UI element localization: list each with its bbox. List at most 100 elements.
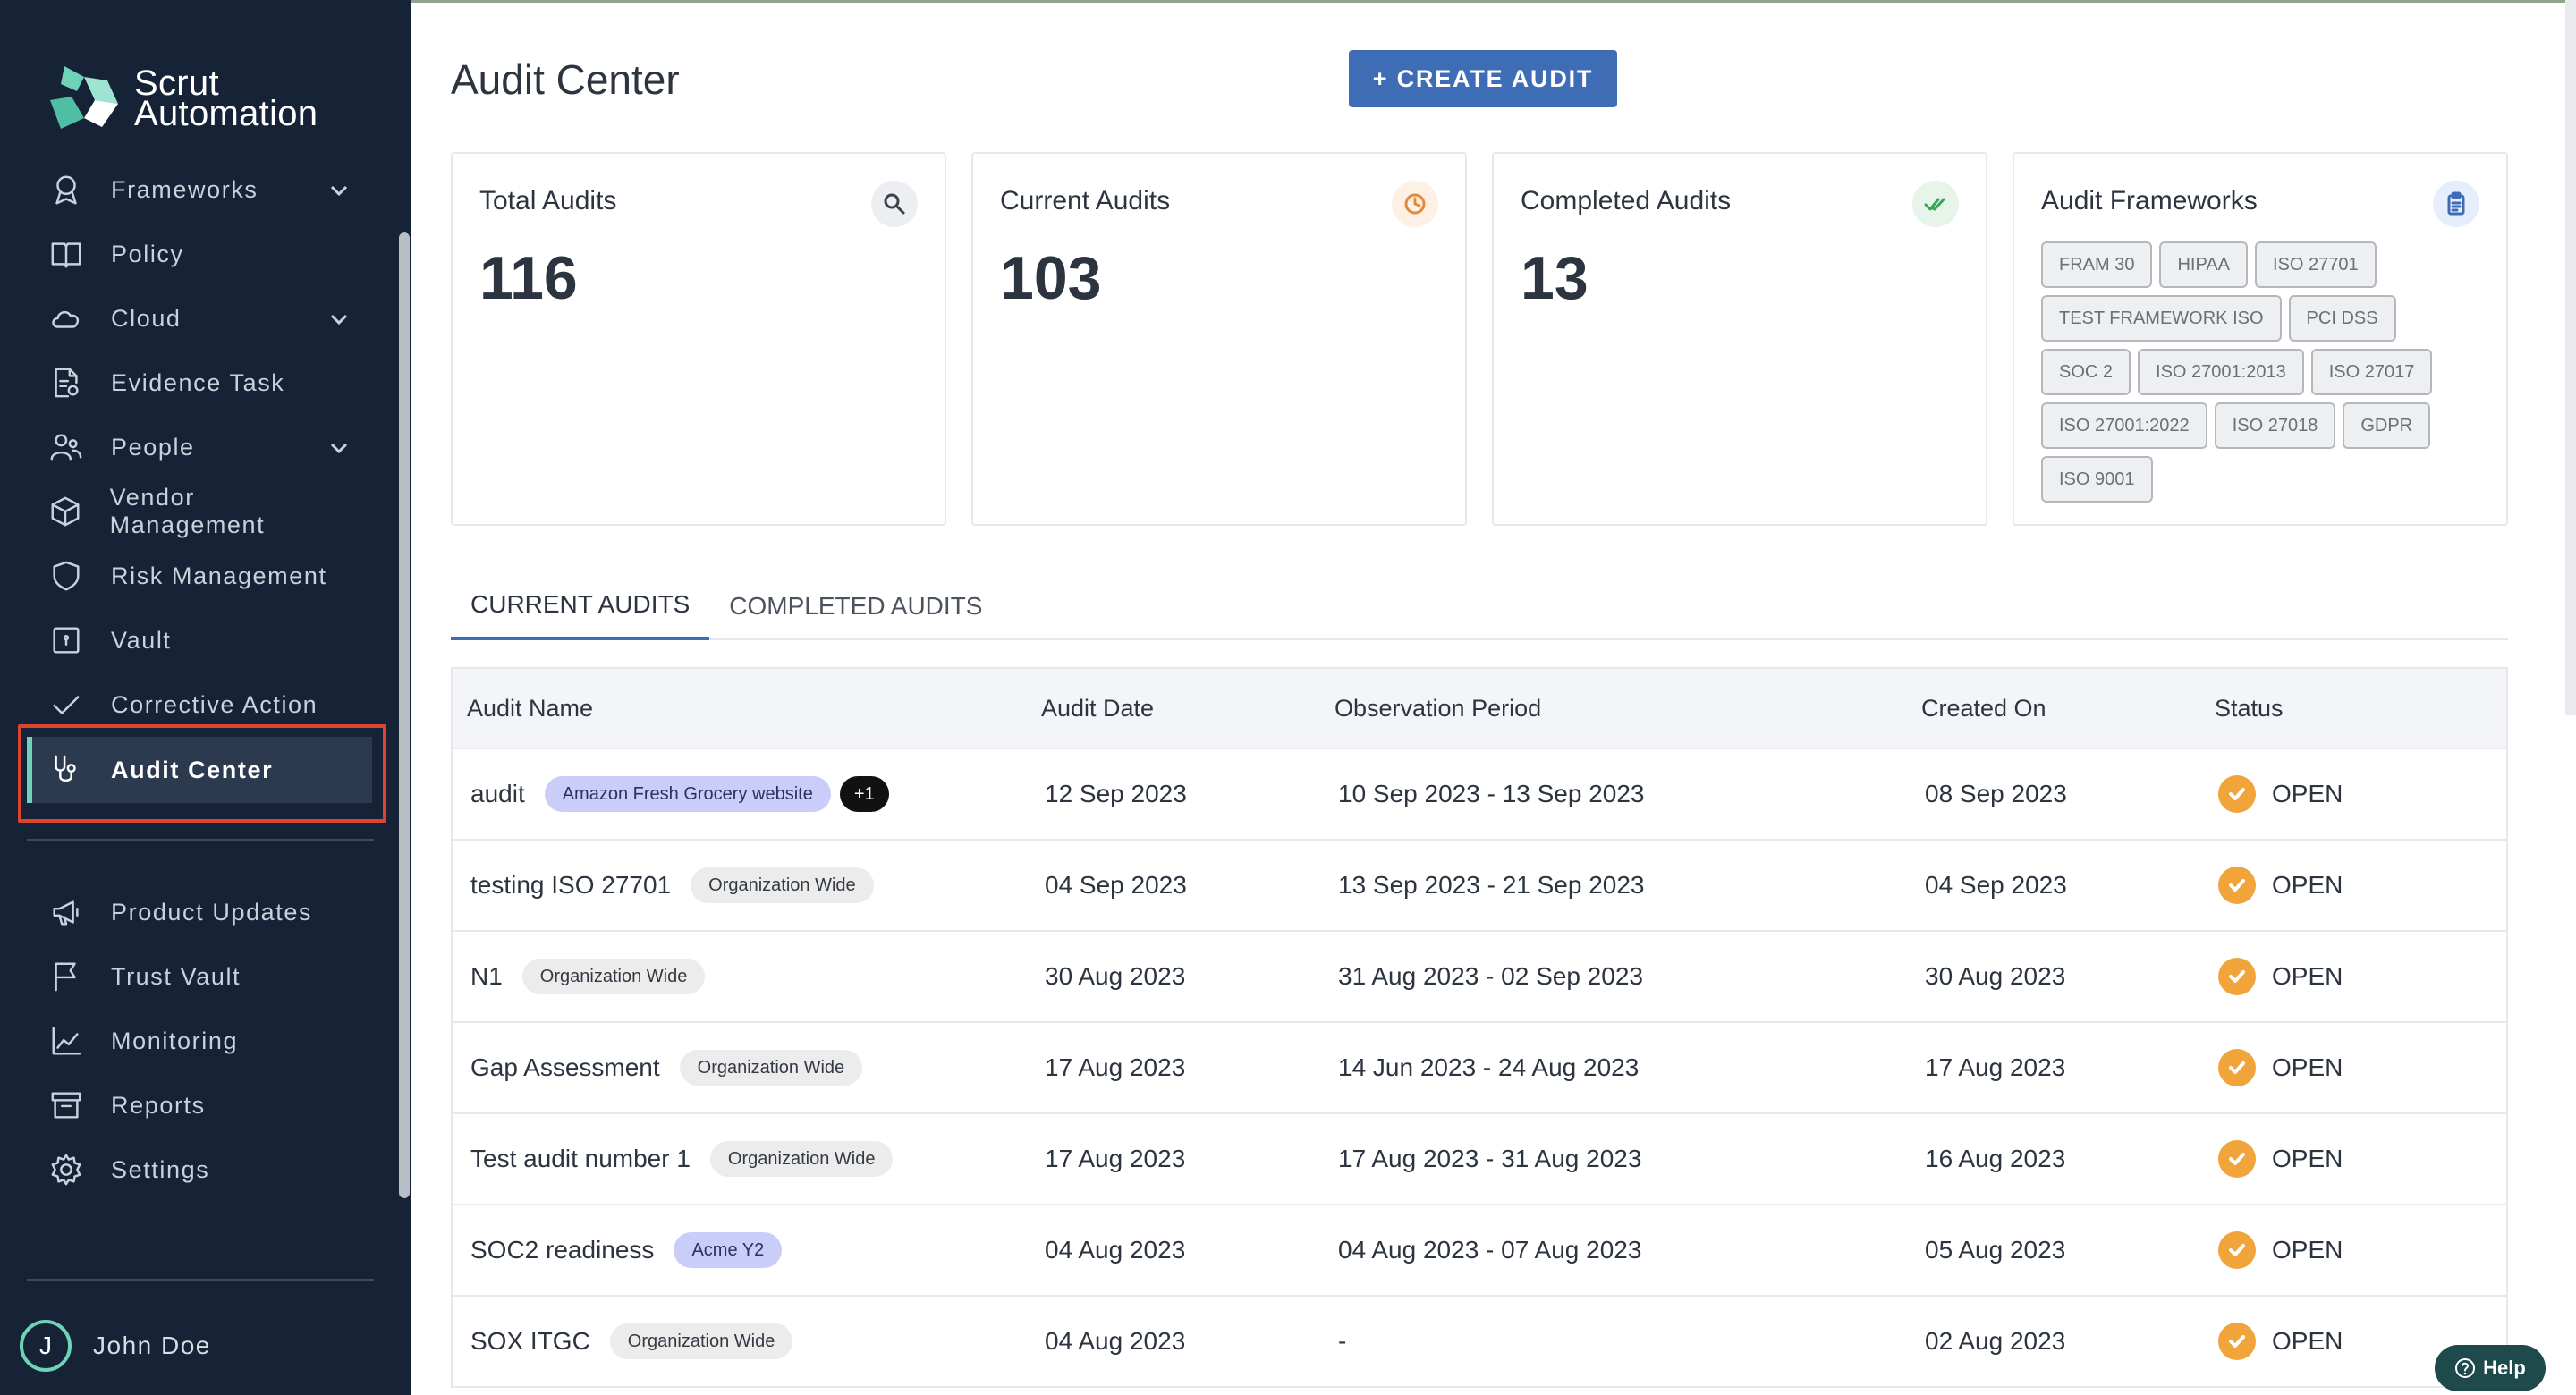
card-value: 116 [479, 244, 578, 312]
help-button[interactable]: Help [2435, 1345, 2546, 1391]
top-border [411, 0, 2576, 3]
header-audit-date[interactable]: Audit Date [1041, 695, 1335, 723]
scrut-logo-icon [50, 66, 118, 129]
header-observation-period[interactable]: Observation Period [1335, 695, 1921, 723]
tab-current-audits[interactable]: CURRENT AUDITS [451, 572, 710, 640]
table-row[interactable]: SOX ITGC Organization Wide 04 Aug 2023 - … [451, 1297, 2508, 1388]
user-profile[interactable]: J John Doe [20, 1320, 211, 1372]
shield-icon [47, 556, 86, 596]
sidebar-item-cloud[interactable]: Cloud [47, 292, 351, 345]
audit-tabs: CURRENT AUDITS COMPLETED AUDITS [451, 572, 2508, 640]
chevron-down-icon[interactable] [327, 308, 351, 331]
framework-chip[interactable]: HIPAA [2159, 241, 2249, 288]
evidence-icon [47, 363, 86, 402]
created-on: 02 Aug 2023 [1925, 1327, 2066, 1355]
total-audits-card: Total Audits 116 [451, 152, 946, 526]
observation-period: 04 Aug 2023 - 07 Aug 2023 [1338, 1236, 1642, 1264]
sidebar-item-reports[interactable]: Reports [47, 1078, 351, 1132]
sidebar-item-risk-management[interactable]: Risk Management [47, 549, 351, 603]
framework-chip[interactable]: ISO 27001:2022 [2041, 402, 2207, 449]
table-row[interactable]: Gap Assessment Organization Wide 17 Aug 2… [451, 1023, 2508, 1114]
header-status[interactable]: Status [2215, 695, 2501, 723]
audit-name[interactable]: audit [470, 780, 525, 808]
sidebar-divider [27, 839, 374, 841]
sidebar-item-vault[interactable]: Vault [47, 613, 351, 667]
audit-name[interactable]: N1 [470, 962, 503, 991]
create-audit-button[interactable]: + CREATE AUDIT [1349, 50, 1617, 107]
created-on: 08 Sep 2023 [1925, 780, 2067, 807]
scope-tag: Organization Wide [691, 867, 874, 903]
current-audits-card: Current Audits 103 [971, 152, 1467, 526]
audit-name[interactable]: testing ISO 27701 [470, 871, 671, 900]
sidebar-scrollbar[interactable] [399, 232, 410, 1198]
framework-chip[interactable]: GDPR [2343, 402, 2431, 449]
status-badge: OPEN [2272, 962, 2343, 990]
more-tags-badge[interactable]: +1 [839, 776, 889, 812]
header-created-on[interactable]: Created On [1921, 695, 2215, 723]
status-badge: OPEN [2272, 1327, 2343, 1355]
sidebar-item-monitoring[interactable]: Monitoring [47, 1014, 351, 1068]
sidebar-item-policy[interactable]: Policy [47, 227, 351, 281]
sidebar-item-trust-vault[interactable]: Trust Vault [47, 950, 351, 1003]
brand-logo[interactable]: Scrut Automation [48, 64, 318, 132]
card-value: 13 [1521, 244, 1589, 312]
sidebar-item-label: Frameworks [111, 175, 258, 203]
observation-period: 13 Sep 2023 - 21 Sep 2023 [1338, 871, 1645, 899]
sidebar-item-label: People [111, 433, 195, 461]
card-title: Completed Audits [1521, 186, 1732, 216]
table-row[interactable]: SOC2 readiness Acme Y2 04 Aug 2023 04 Aug… [451, 1205, 2508, 1297]
sidebar-item-vendor-management[interactable]: Vendor Management [47, 484, 351, 538]
framework-chip[interactable]: SOC 2 [2041, 349, 2131, 395]
sidebar-item-label: Vendor Management [109, 484, 266, 538]
audit-name[interactable]: Test audit number 1 [470, 1145, 691, 1173]
chart-icon [47, 1021, 86, 1061]
observation-period: 31 Aug 2023 - 02 Sep 2023 [1338, 962, 1643, 990]
people-icon [47, 427, 86, 467]
created-on: 30 Aug 2023 [1925, 962, 2066, 990]
box-icon [47, 492, 85, 531]
status-badge: OPEN [2272, 780, 2343, 807]
page-scrollbar[interactable] [2565, 0, 2576, 715]
sidebar-item-evidence-task[interactable]: Evidence Task [47, 356, 351, 410]
audit-name[interactable]: SOX ITGC [470, 1327, 590, 1356]
framework-chip[interactable]: TEST FRAMEWORK ISO [2041, 295, 2282, 342]
audit-date: 17 Aug 2023 [1045, 1145, 1186, 1172]
framework-chip[interactable]: ISO 27001:2013 [2138, 349, 2304, 395]
table-row[interactable]: audit Amazon Fresh Grocery website +1 12 S… [451, 749, 2508, 841]
sidebar-item-product-updates[interactable]: Product Updates [47, 885, 351, 939]
framework-chip[interactable]: ISO 27018 [2214, 402, 2336, 449]
sidebar-item-label: Vault [111, 626, 172, 654]
framework-chips: FRAM 30 HIPAA ISO 27701 TEST FRAMEWORK I… [2041, 241, 2488, 503]
framework-chip[interactable]: ISO 27017 [2310, 349, 2433, 395]
status-badge: OPEN [2272, 1145, 2343, 1172]
table-row[interactable]: testing ISO 27701 Organization Wide 04 Se… [451, 841, 2508, 932]
table-row[interactable]: N1 Organization Wide 30 Aug 2023 31 Aug 2… [451, 932, 2508, 1023]
table-row[interactable]: Test audit number 1 Organization Wide 17 … [451, 1114, 2508, 1205]
sidebar-item-label: Reports [111, 1091, 206, 1119]
frameworks-icon [47, 170, 86, 209]
sidebar-item-settings[interactable]: Settings [47, 1143, 351, 1196]
chevron-down-icon[interactable] [327, 436, 351, 460]
tab-completed-audits[interactable]: COMPLETED AUDITS [709, 572, 1002, 640]
status-badge: OPEN [2272, 871, 2343, 899]
framework-chip[interactable]: PCI DSS [2288, 295, 2396, 342]
audit-date: 17 Aug 2023 [1045, 1053, 1186, 1081]
sidebar-item-label: Policy [111, 240, 184, 267]
sidebar-item-corrective-action[interactable]: Corrective Action [47, 678, 351, 731]
framework-chip[interactable]: FRAM 30 [2041, 241, 2153, 288]
chevron-down-icon[interactable] [327, 179, 351, 202]
header-audit-name[interactable]: Audit Name [453, 695, 1041, 723]
sidebar-item-label: Risk Management [111, 562, 327, 589]
framework-chip[interactable]: ISO 27701 [2255, 241, 2377, 288]
framework-chip[interactable]: ISO 9001 [2041, 456, 2153, 503]
audit-name[interactable]: SOC2 readiness [470, 1236, 654, 1264]
sidebar-item-people[interactable]: People [47, 420, 351, 474]
card-title: Total Audits [479, 186, 617, 216]
sidebar-item-frameworks[interactable]: Frameworks [47, 163, 351, 216]
card-title: Audit Frameworks [2041, 186, 2258, 216]
audit-name[interactable]: Gap Assessment [470, 1053, 660, 1082]
audits-table: Audit Name Audit Date Observation Period… [451, 667, 2508, 1388]
created-on: 17 Aug 2023 [1925, 1053, 2066, 1081]
cloud-icon [47, 299, 86, 338]
archive-icon [47, 1086, 86, 1125]
